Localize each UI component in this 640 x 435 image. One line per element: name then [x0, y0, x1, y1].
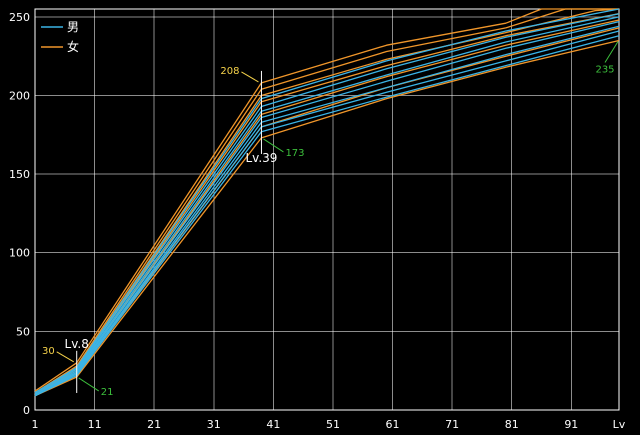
- x-tick-label: 1: [32, 418, 39, 431]
- y-tick-label: 150: [9, 168, 30, 181]
- low-annotation-label: 173: [285, 148, 304, 159]
- end-annotation-label: 235: [595, 64, 614, 75]
- x-tick-label: 61: [386, 418, 400, 431]
- x-tick-label: 81: [505, 418, 519, 431]
- y-tick-label: 250: [9, 11, 30, 24]
- y-tick-label: 0: [23, 404, 30, 417]
- level-stat-chart: 0501001502002501 11 21 31 41 51 61 71 81 91 Lv Lv.…: [0, 0, 640, 435]
- legend-label: 男: [67, 20, 79, 34]
- legend-label: 女: [67, 39, 79, 54]
- x-tick-label: 91: [564, 418, 578, 431]
- y-tick-label: 50: [16, 325, 30, 338]
- high-annotation-label: 30: [42, 346, 55, 357]
- y-tick-label: 100: [9, 247, 30, 260]
- low-annotation-label: 21: [101, 387, 114, 398]
- x-tick-label: 31: [207, 418, 221, 431]
- level-marker-label: Lv.39: [245, 151, 277, 165]
- level-marker-label: Lv.8: [65, 337, 89, 351]
- x-tick-label: 71: [445, 418, 459, 431]
- x-tick-label: 11: [88, 418, 102, 431]
- x-tick-label: 51: [326, 418, 340, 431]
- high-annotation-label: 208: [220, 66, 239, 77]
- y-tick-label: 200: [9, 89, 30, 102]
- x-tick-label: 21: [147, 418, 161, 431]
- x-tick-label: Lv: [613, 418, 626, 431]
- x-tick-label: 41: [266, 418, 280, 431]
